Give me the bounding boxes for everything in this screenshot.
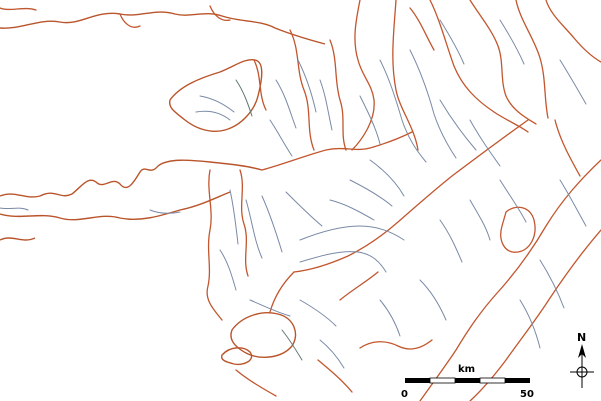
road-layer [0, 0, 601, 401]
scale-bar-start-label: 0 [401, 389, 408, 400]
scale-bar-segment-4 [479, 377, 506, 384]
scale-bar-unit-label: km [458, 364, 475, 375]
scale-bar-segment-1 [405, 378, 430, 383]
scale-bar-segment-3 [455, 378, 480, 383]
topographic-map: km 0 50 N [0, 0, 601, 401]
scale-bar-end-label: 50 [520, 389, 534, 400]
north-arrow-label: N [577, 331, 586, 344]
scale-bar-segment-5 [505, 378, 530, 383]
north-arrow: N [570, 331, 594, 388]
scale-bar: km 0 50 [401, 364, 534, 400]
scale-bar-segment-2 [429, 377, 456, 384]
river-layer [0, 19, 587, 369]
